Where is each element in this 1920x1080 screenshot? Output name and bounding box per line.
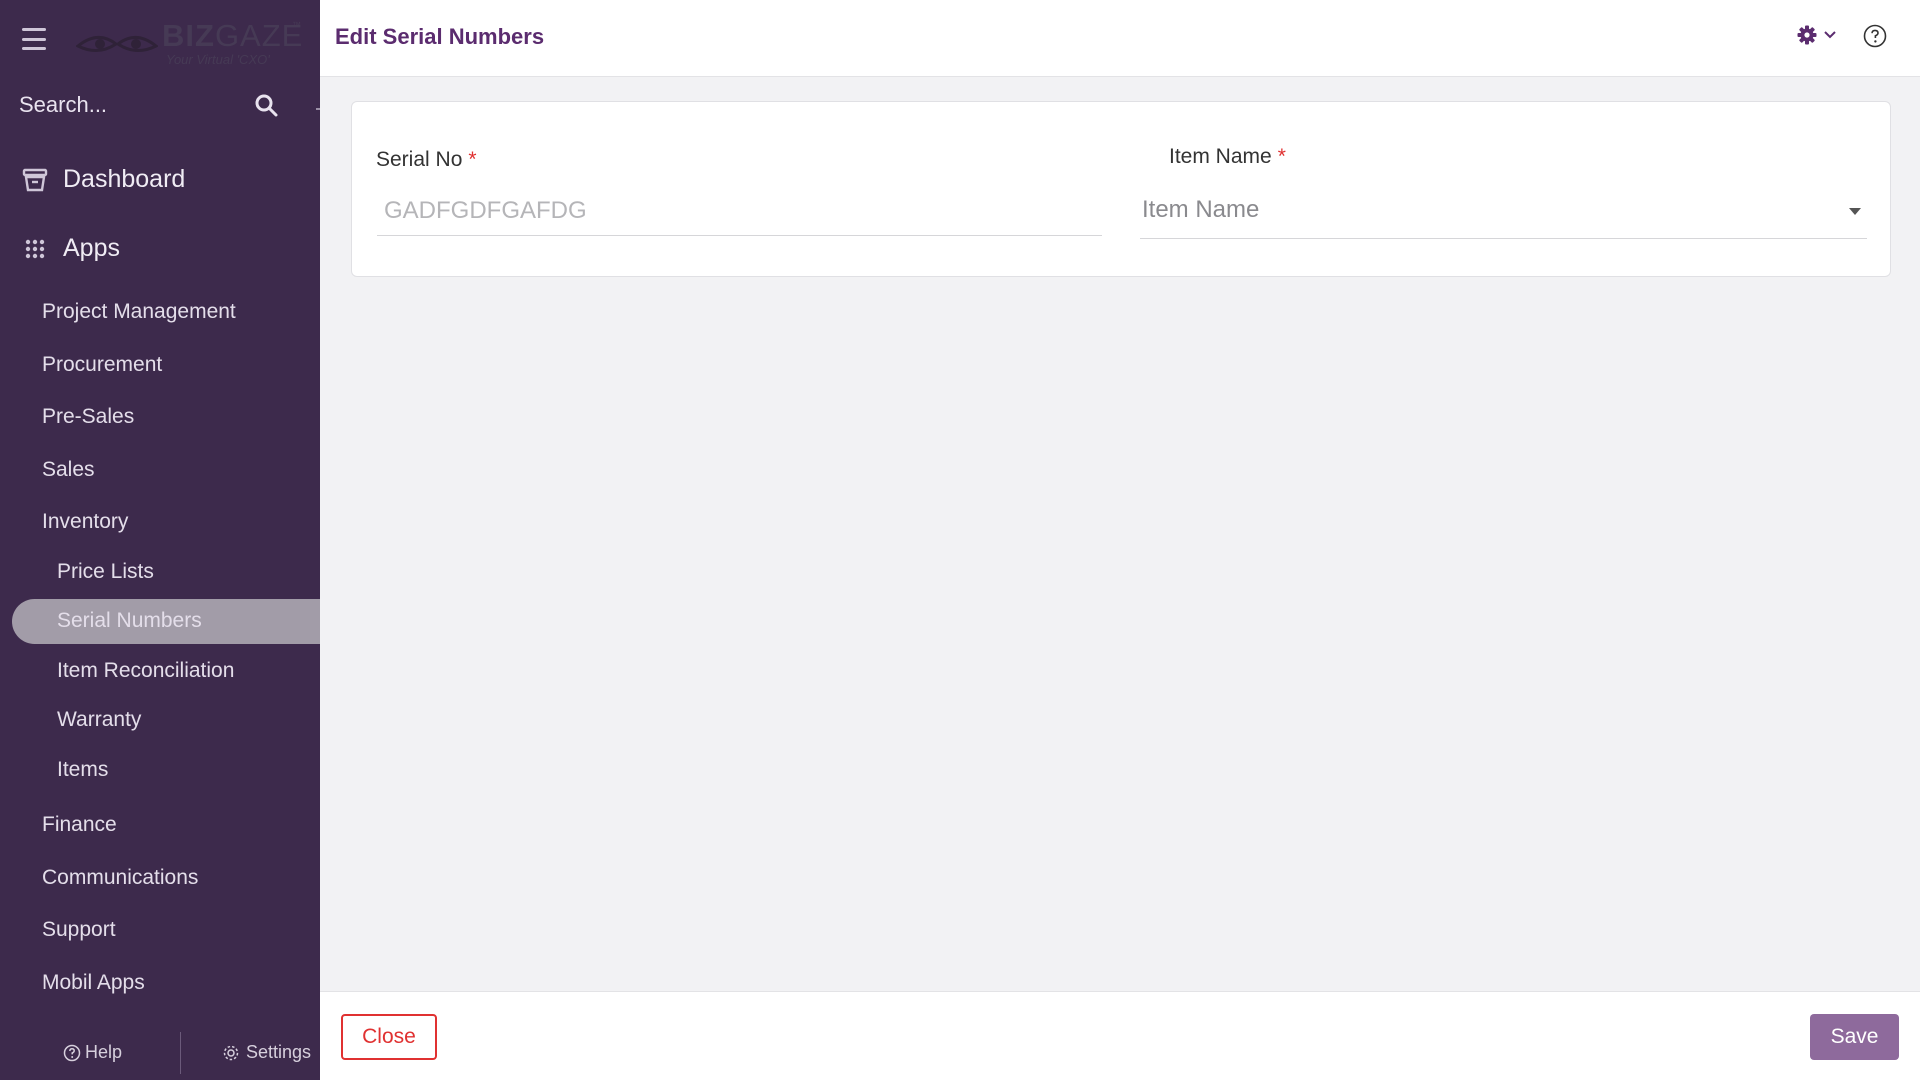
page-title: Edit Serial Numbers: [335, 24, 545, 49]
save-button[interactable]: Save: [1810, 1014, 1899, 1060]
hamburger-icon[interactable]: [22, 28, 46, 50]
sidebar-item-pre-sales[interactable]: Pre-Sales: [42, 405, 134, 429]
logo-eyes-icon: [76, 36, 158, 52]
sidebar-item-mobil-apps[interactable]: Mobil Apps: [42, 971, 145, 995]
sidebar-header: BIZGAZE ™ Your Virtual 'CXO': [0, 0, 320, 80]
sidebar-item-inventory[interactable]: Inventory: [42, 510, 128, 534]
required-mark: *: [468, 148, 477, 171]
settings-gear-icon: [223, 1045, 239, 1060]
settings-link[interactable]: Settings: [222, 1042, 311, 1063]
required-mark: *: [1277, 145, 1286, 168]
sidebar-item-project-management[interactable]: Project Management: [42, 300, 236, 324]
dashboard-icon: [22, 167, 48, 193]
help-circle-icon[interactable]: [1863, 24, 1887, 48]
serial-no-label: Serial No *: [376, 148, 477, 171]
item-name-placeholder: Item Name: [1142, 196, 1260, 223]
sidebar: BIZGAZE ™ Your Virtual 'CXO' Search... D…: [0, 0, 320, 1080]
nav-dashboard-label: Dashboard: [63, 165, 186, 193]
footer-divider: [180, 1032, 181, 1074]
brand-logo[interactable]: BIZGAZE ™ Your Virtual 'CXO': [76, 18, 304, 68]
sidebar-item-communications[interactable]: Communications: [42, 866, 198, 890]
search-input[interactable]: Search...: [19, 92, 107, 118]
chevron-down-icon: [1824, 31, 1836, 39]
sidebar-subitem-items[interactable]: Items: [57, 758, 108, 782]
sidebar-subitem-item-reconciliation[interactable]: Item Reconciliation: [57, 659, 234, 683]
page-header: Edit Serial Numbers: [320, 0, 1920, 77]
logo-trademark: ™: [292, 20, 301, 30]
item-name-dropdown[interactable]: Item Name: [1140, 186, 1867, 239]
serial-number-form: Serial No* Item Name* Item Name: [351, 101, 1891, 277]
apps-grid-icon: [22, 236, 48, 262]
sidebar-search[interactable]: Search...: [0, 82, 320, 132]
sidebar-item-sales[interactable]: Sales: [42, 458, 95, 482]
sidebar-subitem-warranty[interactable]: Warranty: [57, 708, 141, 732]
sidebar-subitem-price-lists[interactable]: Price Lists: [57, 560, 154, 584]
main-content: Edit Serial Numbers Serial No * GADFGDFG…: [320, 0, 1920, 1080]
form-footer: Close Save: [320, 991, 1920, 1080]
settings-label: Settings: [246, 1042, 312, 1062]
serial-no-input[interactable]: [377, 186, 1102, 236]
item-name-label: Item Name *: [1169, 145, 1286, 168]
dropdown-caret-icon: [1849, 208, 1861, 215]
help-label: Help: [85, 1042, 123, 1062]
help-circle-icon: [63, 1044, 81, 1061]
nav-apps-label: Apps: [63, 234, 120, 262]
sidebar-item-finance[interactable]: Finance: [42, 813, 117, 837]
logo-tagline: Your Virtual 'CXO': [166, 52, 270, 67]
gear-icon: [1797, 25, 1817, 45]
page-settings-menu[interactable]: [1797, 25, 1837, 45]
sidebar-item-support[interactable]: Support: [42, 918, 116, 942]
nav-dashboard[interactable]: Dashboard: [22, 165, 185, 194]
nav-apps[interactable]: Apps: [22, 234, 120, 263]
help-link[interactable]: Help: [63, 1042, 122, 1063]
close-button[interactable]: Close: [341, 1014, 437, 1060]
sidebar-footer: Help Settings: [0, 1016, 320, 1080]
search-icon[interactable]: [254, 93, 280, 119]
sidebar-item-procurement[interactable]: Procurement: [42, 353, 162, 377]
logo-wordmark: BIZGAZE: [162, 18, 304, 53]
sidebar-subitem-serial-numbers[interactable]: Serial Numbers: [57, 609, 202, 633]
